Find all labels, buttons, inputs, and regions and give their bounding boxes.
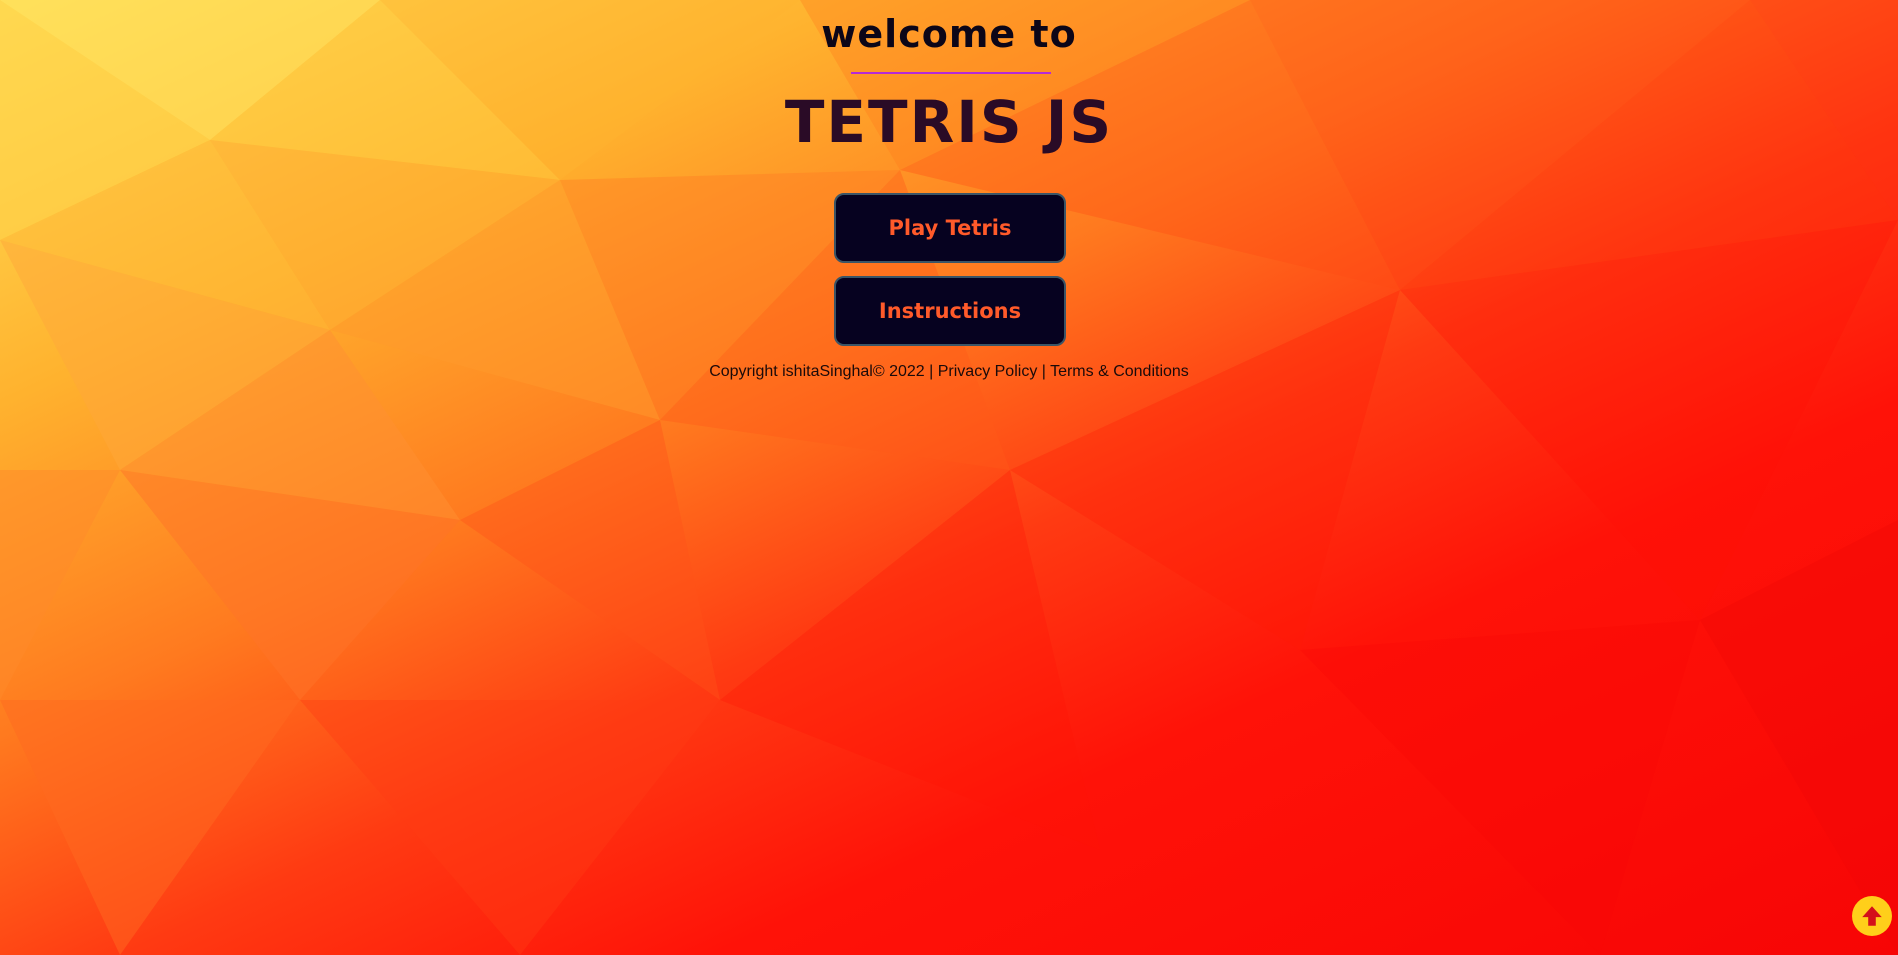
- terms-link[interactable]: Terms & Conditions: [1050, 363, 1189, 380]
- play-tetris-button[interactable]: Play Tetris: [834, 193, 1066, 263]
- privacy-policy-link[interactable]: Privacy Policy: [938, 363, 1038, 380]
- footer: Copyright ishitaSinghal© 2022 | Privacy …: [0, 363, 1898, 381]
- arrow-up-icon: [1862, 906, 1882, 926]
- footer-separator: |: [1041, 363, 1046, 380]
- scroll-to-top-button[interactable]: [1852, 896, 1892, 936]
- instructions-button[interactable]: Instructions: [834, 276, 1066, 346]
- welcome-heading: welcome to: [821, 12, 1077, 56]
- copyright-text: Copyright ishitaSinghal© 2022 |: [709, 363, 934, 380]
- title-divider: [851, 72, 1051, 74]
- page-title: TETRIS JS: [784, 88, 1114, 156]
